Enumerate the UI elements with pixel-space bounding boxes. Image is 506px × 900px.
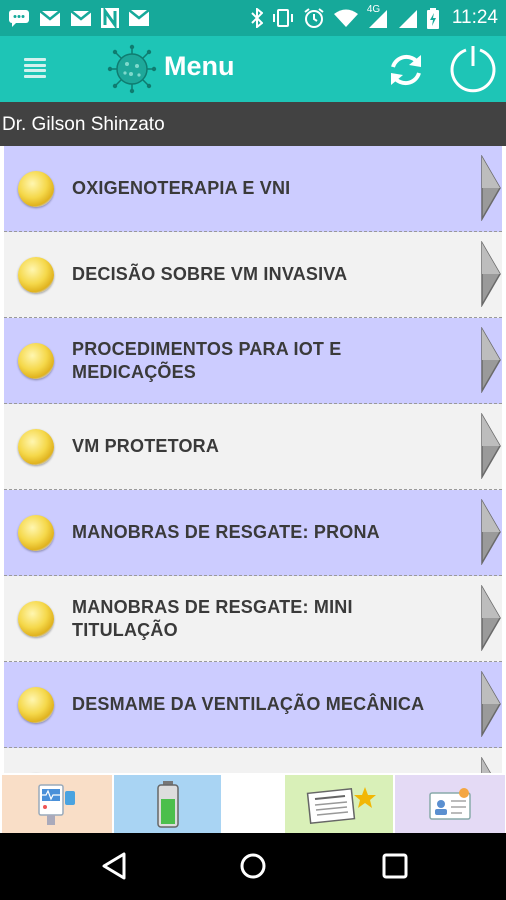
news-star-icon — [306, 787, 376, 825]
bluetooth-icon — [251, 8, 263, 28]
list-item-label: MANOBRAS DE RESGATE: PRONA — [72, 522, 380, 542]
bullet-icon — [18, 686, 54, 723]
list-item[interactable] — [4, 748, 502, 773]
list-item[interactable]: VM PROTETORA — [4, 404, 502, 490]
list-item[interactable]: MANOBRAS DE RESGATE: PRONA — [4, 490, 502, 576]
list-item-label: PROCEDIMENTOS PARA IOT E MEDICAÇÕES — [72, 338, 342, 382]
clock: 11:24 — [451, 7, 498, 28]
refresh-icon[interactable] — [386, 50, 426, 90]
bullet-icon — [18, 514, 54, 551]
menu-icon[interactable] — [24, 56, 46, 80]
chevron-right-icon — [481, 499, 501, 565]
network-type: 4G — [366, 4, 381, 15]
user-name: Dr. Gilson Shinzato — [0, 102, 506, 146]
chat-icon — [8, 9, 30, 27]
chevron-right-icon — [481, 155, 501, 221]
vibrate-icon — [272, 8, 294, 28]
list-item-label: VM PROTETORA — [72, 436, 220, 456]
chevron-right-icon — [481, 757, 491, 773]
chevron-right-icon — [481, 241, 501, 307]
list-item[interactable]: PROCEDIMENTOS PARA IOT E MEDICAÇÕES — [4, 318, 502, 404]
chevron-right-icon — [481, 327, 501, 393]
list-item-label: DECISÃO SOBRE VM INVASIVA — [72, 264, 348, 284]
list-item[interactable]: DECISÃO SOBRE VM INVASIVA — [4, 232, 502, 318]
virus-logo-icon — [107, 44, 157, 94]
gmail-icon — [39, 9, 61, 27]
tab-battery[interactable] — [114, 775, 221, 833]
wifi-icon — [333, 9, 358, 27]
list-item[interactable]: MANOBRAS DE RESGATE: MINI TITULAÇÃO — [4, 576, 502, 662]
bullet-icon — [18, 256, 54, 293]
menu-list: OXIGENOTERAPIA E VNI DECISÃO SOBRE VM IN… — [0, 146, 506, 773]
list-item-label: OXIGENOTERAPIA E VNI — [72, 178, 291, 198]
list-item-label: MANOBRAS DE RESGATE: MINI TITULAÇÃO — [72, 596, 353, 640]
back-icon[interactable] — [100, 851, 130, 881]
bullet-icon — [18, 600, 54, 637]
gallery-icon — [128, 9, 150, 27]
alarm-icon — [303, 7, 325, 29]
list-item[interactable]: DESMAME DA VENTILAÇÃO MECÂNICA — [4, 662, 502, 748]
bottom-tab-bar — [0, 773, 506, 833]
bullet-icon — [18, 342, 54, 379]
tab-id-card[interactable] — [395, 775, 505, 833]
tab-blank[interactable] — [221, 775, 283, 833]
patient-monitor-icon — [38, 784, 75, 825]
n-icon — [101, 8, 119, 28]
list-item-label: DESMAME DA VENTILAÇÃO MECÂNICA — [72, 694, 425, 714]
status-bar: 4G 11:24 — [0, 0, 506, 36]
chevron-right-icon — [481, 671, 501, 737]
app-bar: Menu — [0, 36, 506, 102]
chevron-right-icon — [481, 413, 501, 479]
home-icon[interactable] — [238, 851, 268, 881]
tab-news[interactable] — [285, 775, 393, 833]
chevron-right-icon — [481, 585, 501, 651]
gmail-icon — [70, 9, 92, 27]
bullet-icon — [18, 428, 54, 465]
battery-level-icon — [156, 781, 179, 828]
signal-icon — [398, 8, 418, 28]
tab-monitor[interactable] — [2, 775, 112, 833]
battery-icon — [426, 7, 439, 29]
page-title: Menu — [164, 51, 235, 81]
power-icon[interactable] — [448, 44, 498, 94]
navigation-bar — [0, 833, 506, 900]
recents-icon[interactable] — [380, 851, 410, 881]
list-item[interactable]: OXIGENOTERAPIA E VNI — [4, 146, 502, 232]
id-card-icon — [429, 788, 471, 820]
bullet-icon — [18, 170, 54, 207]
signal-icon: 4G — [367, 4, 389, 28]
